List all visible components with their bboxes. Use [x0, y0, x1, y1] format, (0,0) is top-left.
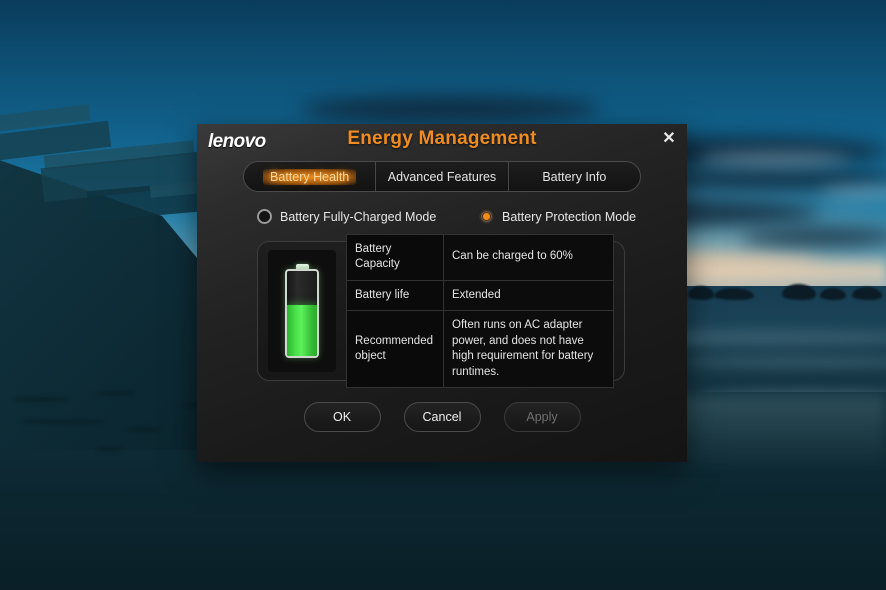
radio-indicator-unselected[interactable]: [257, 209, 272, 224]
ok-button[interactable]: OK: [303, 402, 381, 432]
wallpaper-rock: [714, 288, 754, 300]
radio-fully-charged-label: Battery Fully-Charged Mode: [280, 209, 437, 224]
tab-battery-info-label: Battery Info: [542, 169, 607, 184]
battery-body: [285, 269, 319, 358]
battery-graphic: [268, 250, 336, 372]
table-row: Battery Capacity Can be charged to 60%: [346, 233, 614, 281]
wallpaper-sand-streak: [96, 392, 136, 395]
battery-icon: [285, 264, 319, 358]
wallpaper-sand-streak: [10, 398, 70, 401]
tab-battery-info[interactable]: Battery Info: [509, 162, 640, 191]
battery-info-panel: Battery Capacity Can be charged to 60% B…: [257, 233, 625, 389]
dialog-title: Energy Management: [347, 128, 537, 149]
dialog-titlebar: lenovo Energy Management ✕: [197, 124, 687, 158]
wallpaper-rock: [852, 287, 882, 300]
battery-details-table: Battery Capacity Can be charged to 60% B…: [346, 233, 614, 389]
apply-button[interactable]: Apply: [503, 402, 581, 432]
radio-fully-charged-mode[interactable]: Battery Fully-Charged Mode: [257, 209, 436, 224]
row-key-recommended-object: Recommended object: [346, 310, 444, 389]
row-value-recommended-object: Often runs on AC adapter power, and does…: [443, 310, 614, 389]
wallpaper-cloud: [700, 152, 850, 166]
wallpaper-rock: [820, 288, 846, 300]
battery-fill-level: [287, 305, 317, 356]
radio-indicator-selected[interactable]: [479, 209, 494, 224]
tab-advanced-features-label: Advanced Features: [387, 169, 497, 184]
row-value-battery-life: Extended: [443, 279, 614, 312]
row-key-battery-life: Battery life: [346, 279, 444, 312]
radio-protection-label: Battery Protection Mode: [502, 209, 637, 224]
close-icon[interactable]: ✕: [659, 129, 679, 149]
wallpaper-sand-streak: [126, 428, 160, 431]
wallpaper-sand-streak: [20, 420, 106, 423]
mode-radio-group: Battery Fully-Charged Mode Battery Prote…: [257, 209, 637, 231]
wallpaper-rock: [782, 284, 816, 300]
row-key-battery-capacity: Battery Capacity: [346, 233, 444, 281]
wallpaper-rock: [688, 286, 714, 300]
radio-protection-mode[interactable]: Battery Protection Mode: [479, 209, 636, 224]
row-value-battery-capacity: Can be charged to 60%: [443, 233, 614, 281]
wallpaper-sand-streak: [96, 448, 122, 451]
tab-battery-health[interactable]: Battery Health: [244, 162, 377, 191]
tab-battery-health-label: Battery Health: [263, 168, 357, 185]
table-row: Recommended object Often runs on AC adap…: [346, 310, 614, 389]
cancel-button[interactable]: Cancel: [403, 402, 481, 432]
wallpaper-cloud: [300, 96, 600, 122]
tab-bar: Battery Health Advanced Features Battery…: [243, 161, 641, 192]
dialog-button-row: OK Cancel Apply: [197, 402, 687, 432]
table-row: Battery life Extended: [346, 279, 614, 312]
wallpaper-cloud: [740, 228, 886, 246]
tab-advanced-features[interactable]: Advanced Features: [376, 162, 509, 191]
energy-management-dialog: lenovo Energy Management ✕ Battery Healt…: [197, 124, 687, 462]
